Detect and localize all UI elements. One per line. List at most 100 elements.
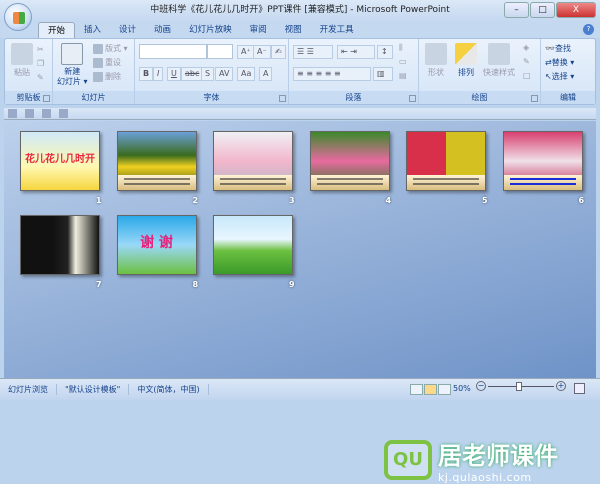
quick-styles-button[interactable]: 快速样式: [483, 43, 515, 78]
shapes-icon: [425, 43, 447, 65]
zoom-slider[interactable]: [488, 382, 554, 391]
sorter-tool-icon[interactable]: [25, 109, 34, 118]
shape-fill-icon[interactable]: ◈: [523, 43, 529, 52]
status-bar: 幻灯片浏览 "默认设计模板" 中文(简体，中国) 50% − +: [0, 378, 600, 400]
slide-caption: [503, 175, 582, 190]
normal-view-button[interactable]: [410, 384, 423, 395]
clear-format-button[interactable]: ✍: [271, 45, 286, 59]
status-theme[interactable]: "默认设计模板": [57, 384, 130, 395]
quick-styles-icon: [488, 43, 510, 65]
arrange-button[interactable]: 排列: [455, 43, 477, 78]
zoom-in-button[interactable]: +: [556, 381, 566, 391]
smartart-icon[interactable]: ▤: [399, 71, 407, 80]
cut-icon[interactable]: ✂: [37, 45, 44, 54]
font-color-button[interactable]: A: [259, 67, 273, 81]
arrange-label: 排列: [458, 68, 474, 77]
slide-thumbnail[interactable]: [309, 131, 390, 191]
close-button[interactable]: X: [556, 2, 596, 18]
slide-number: 3: [289, 196, 295, 205]
indent-button[interactable]: ⇤ ⇥: [337, 45, 375, 59]
align-text-icon[interactable]: ▭: [399, 57, 407, 66]
alignment-buttons[interactable]: ≡ ≡ ≡ ≡ ≡: [293, 67, 371, 81]
shapes-button[interactable]: 形状: [425, 43, 447, 78]
sorter-toolbar: [4, 108, 596, 120]
slide-thumbnail[interactable]: [116, 131, 197, 191]
status-language[interactable]: 中文(简体，中国): [129, 384, 209, 395]
new-slide-button[interactable]: 新建 幻灯片 ▾: [57, 43, 88, 87]
underline-button[interactable]: U: [167, 67, 181, 81]
italic-button[interactable]: I: [153, 67, 164, 81]
font-name-select[interactable]: [139, 44, 207, 59]
paragraph-launcher[interactable]: [409, 95, 416, 102]
slideshow-view-button[interactable]: [438, 384, 451, 395]
watermark-logo: QU: [384, 440, 432, 480]
find-button[interactable]: 👓查找: [545, 43, 571, 54]
minimize-button[interactable]: –: [504, 2, 529, 18]
quick-styles-label: 快速样式: [483, 68, 515, 77]
replace-label: 替换 ▾: [551, 58, 575, 67]
ribbon-tabs: 开始 插入 设计 动画 幻灯片放映 审阅 视图 开发工具: [0, 22, 600, 38]
slide-thumbnail[interactable]: [20, 215, 100, 275]
fit-window-button[interactable]: [574, 383, 585, 394]
slide-thumbnail[interactable]: [213, 215, 293, 275]
slide-title: 花儿花儿几时开: [25, 154, 95, 165]
change-case-button[interactable]: Aa: [237, 67, 256, 81]
maximize-button[interactable]: □: [530, 2, 555, 18]
drawing-group: 形状 排列 快速样式 ◈ ✎ □ 绘图: [419, 39, 541, 104]
tab-7[interactable]: 开发工具: [311, 22, 363, 38]
slide-thumbnail[interactable]: [502, 131, 583, 191]
slide-thumbnail[interactable]: [406, 131, 486, 191]
paragraph-label: 段落: [289, 91, 418, 104]
font-label: 字体: [135, 91, 288, 104]
editing-label: 编辑: [541, 91, 595, 104]
zoom-slider-thumb[interactable]: [516, 382, 522, 391]
slide-thumbnail[interactable]: [213, 131, 293, 191]
text-direction-icon[interactable]: ⫼: [399, 43, 403, 53]
layout-button[interactable]: 版式 ▾: [93, 43, 128, 54]
paste-button[interactable]: 粘贴: [11, 43, 33, 78]
zoom-level[interactable]: 50%: [453, 384, 471, 393]
tab-5[interactable]: 审阅: [241, 22, 276, 38]
office-button[interactable]: [4, 3, 32, 31]
paste-icon: [11, 43, 33, 65]
paste-label: 粘贴: [14, 68, 30, 77]
line-spacing-button[interactable]: ↕: [377, 45, 393, 59]
status-view: 幻灯片浏览: [0, 384, 57, 395]
format-painter-icon[interactable]: ✎: [37, 73, 44, 82]
slide-sorter-view-button[interactable]: [424, 384, 437, 395]
new-slide-icon: [61, 43, 84, 65]
sorter-tool-icon[interactable]: [59, 109, 68, 118]
shrink-font-button[interactable]: A⁻: [253, 45, 271, 59]
bold-button[interactable]: B: [139, 67, 154, 81]
editing-group: 👓查找 ⇄替换 ▾ ↖选择 ▾ 编辑: [541, 39, 595, 104]
tab-3[interactable]: 动画: [145, 22, 180, 38]
help-icon[interactable]: ?: [583, 24, 594, 35]
slide-caption: [310, 175, 389, 190]
zoom-out-button[interactable]: −: [476, 381, 486, 391]
slide-thumbnail[interactable]: 谢 谢: [116, 215, 197, 275]
replace-button[interactable]: ⇄替换 ▾: [545, 57, 574, 68]
tab-4[interactable]: 幻灯片放映: [180, 22, 241, 38]
reset-button[interactable]: 重设: [93, 57, 121, 68]
sorter-tool-icon[interactable]: [8, 109, 17, 118]
tab-0[interactable]: 开始: [38, 22, 76, 38]
copy-icon[interactable]: ❐: [37, 59, 44, 68]
shape-outline-icon[interactable]: ✎: [523, 57, 530, 66]
bullets-button[interactable]: ☰ ☰: [293, 45, 333, 59]
drawing-launcher[interactable]: [531, 95, 538, 102]
sorter-tool-icon[interactable]: [42, 109, 51, 118]
tab-6[interactable]: 视图: [276, 22, 311, 38]
drawing-label: 绘图: [419, 91, 540, 104]
clipboard-launcher[interactable]: [43, 95, 50, 102]
font-launcher[interactable]: [279, 95, 286, 102]
columns-button[interactable]: ▥: [373, 67, 393, 81]
tab-2[interactable]: 设计: [110, 22, 145, 38]
shape-effects-icon[interactable]: □: [523, 71, 531, 80]
char-spacing-button[interactable]: AV: [215, 67, 234, 81]
delete-button[interactable]: 删除: [93, 71, 121, 82]
font-size-select[interactable]: [207, 44, 233, 59]
tab-1[interactable]: 插入: [75, 22, 110, 38]
shadow-button[interactable]: S: [201, 67, 215, 81]
select-button[interactable]: ↖选择 ▾: [545, 71, 574, 82]
slide-thumbnail[interactable]: 花儿花儿几时开: [20, 131, 100, 191]
